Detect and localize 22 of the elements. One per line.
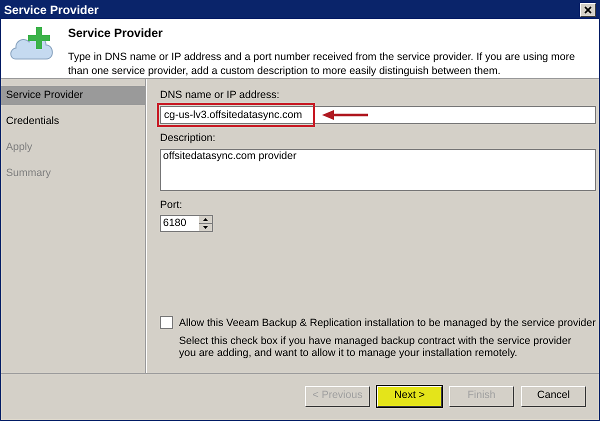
- close-icon: [584, 6, 592, 14]
- arrow-icon: [322, 110, 368, 120]
- close-button[interactable]: [580, 3, 596, 17]
- checkbox-hint: Select this check box if you have managed backup contract with the service provider you are adding, and want to allow it to manage your installation remotely.: [179, 335, 572, 359]
- field-label: Port:: [160, 198, 184, 212]
- checkbox-label: Allow this Veeam Backup & Replication installation to be managed by the service provider: [179, 316, 596, 332]
- header-title: Service Provider: [68, 25, 164, 42]
- port-value: 6180: [162, 216, 188, 232]
- step-item[interactable]: Credentials: [1, 112, 145, 131]
- managed-checkbox[interactable]: [160, 316, 173, 330]
- cloud-plus-icon: [8, 25, 56, 61]
- header-description: Type in DNS name or IP address and a port number received from the service provider. If you are using more than one service provider, add a custom description to more easily distinguish between them.: [68, 50, 576, 78]
- field-label: Description:: [160, 130, 216, 146]
- port-spinner[interactable]: 6180: [160, 215, 213, 232]
- wizard-button[interactable]: Cancel: [521, 386, 586, 406]
- description-input-field[interactable]: offsitedatasync.com provider: [160, 148, 596, 190]
- window-title: Service Provider: [4, 2, 99, 19]
- dns-input-field[interactable]: cg-us-lv3.offsitedatasync.com: [160, 106, 596, 124]
- spin-arrows-icon: [199, 216, 212, 232]
- field-label: DNS name or IP address:: [160, 88, 280, 103]
- step-item[interactable]: Service Provider: [1, 86, 145, 105]
- wizard-button[interactable]: Next >: [377, 386, 442, 406]
